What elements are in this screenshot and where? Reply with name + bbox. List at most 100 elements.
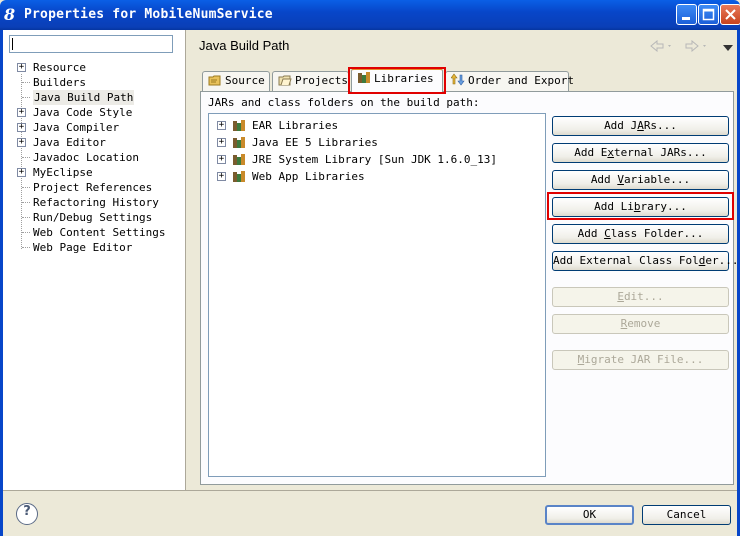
- window-title: Properties for MobileNumService: [24, 7, 273, 22]
- tab-order-export-label: Order and Export: [468, 74, 574, 87]
- close-icon: [725, 9, 736, 20]
- tree-connector: [22, 82, 30, 83]
- tree-item-label: Refactoring History: [33, 196, 159, 209]
- library-item-label: JRE System Library [Sun JDK 1.6.0_13]: [252, 153, 498, 166]
- library-item-label: Java EE 5 Libraries: [252, 136, 378, 149]
- add-library-button[interactable]: Add Library...: [552, 197, 729, 217]
- button-label: rary...: [640, 200, 687, 213]
- library-icon: [233, 171, 245, 182]
- migrate-jar-button[interactable]: Migrate JAR File...: [552, 350, 729, 370]
- libraries-icon: [358, 72, 370, 83]
- button-label: lass Folder...: [610, 227, 704, 240]
- tree-guide-line: [21, 74, 22, 249]
- add-external-jars-button[interactable]: Add External JARs...: [552, 143, 729, 163]
- tab-projects-label: Projects: [295, 74, 348, 87]
- help-button[interactable]: ?: [16, 503, 38, 525]
- minimize-button[interactable]: [676, 4, 697, 25]
- maximize-icon: [702, 8, 715, 21]
- tab-projects[interactable]: Projects: [272, 71, 349, 91]
- remove-button[interactable]: Remove: [552, 314, 729, 334]
- add-jars-button[interactable]: Add JARs...: [552, 116, 729, 136]
- button-label: Add: [590, 173, 618, 186]
- add-class-folder-button[interactable]: Add Class Folder...: [552, 224, 729, 244]
- tree-item-label: Java Editor: [33, 136, 106, 149]
- chevron-down-icon: [723, 45, 733, 51]
- expand-icon[interactable]: +: [217, 138, 226, 147]
- button-label: Add: [577, 227, 605, 240]
- tab-source-label: Source: [225, 74, 265, 87]
- expand-icon[interactable]: +: [17, 108, 26, 117]
- help-icon: ?: [23, 504, 31, 519]
- library-tree[interactable]: + EAR Libraries + Java EE 5 Libraries + JRE S…: [208, 113, 546, 477]
- tree-item-label: Javadoc Location: [33, 151, 139, 164]
- add-variable-button[interactable]: Add Variable...: [552, 170, 729, 190]
- tab-order-export[interactable]: Order and Export: [445, 71, 574, 91]
- tree-item-label: Project References: [33, 181, 153, 194]
- library-icon: [233, 120, 245, 131]
- expand-icon[interactable]: +: [217, 121, 226, 130]
- source-folder-icon: [208, 75, 221, 86]
- page-title: Java Build Path: [199, 38, 290, 53]
- minimize-icon: [682, 17, 690, 20]
- tab-libraries[interactable]: Libraries: [351, 68, 443, 92]
- tree-item-label: Web Content Settings: [33, 226, 166, 239]
- tree-item-label: Run/Debug Settings: [33, 211, 153, 224]
- tree-connector: [22, 217, 30, 218]
- edit-button[interactable]: Edit...: [552, 287, 729, 307]
- tab-source[interactable]: Source: [202, 71, 270, 91]
- close-button[interactable]: [720, 4, 740, 25]
- build-path-caption: JARs and class folders on the build path…: [208, 96, 480, 109]
- forward-arrow-icon: [685, 39, 706, 53]
- expand-icon[interactable]: +: [17, 63, 26, 72]
- mnemonic-letter: b: [633, 200, 641, 213]
- tree-item-label: Resource: [33, 61, 86, 74]
- button-label: Add External Class Fol: [553, 254, 699, 267]
- mnemonic-letter: E: [617, 290, 624, 303]
- mnemonic-letter: C: [604, 227, 611, 240]
- button-label: Add J: [604, 119, 638, 132]
- maximize-button[interactable]: [698, 4, 719, 25]
- expand-icon[interactable]: +: [217, 155, 226, 164]
- tree-item-label: MyEclipse: [33, 166, 93, 179]
- button-label: ariable...: [623, 173, 691, 186]
- bottom-separator: [3, 490, 737, 491]
- add-external-class-folder-button[interactable]: Add External Class Folder...: [552, 251, 738, 271]
- expand-icon[interactable]: +: [17, 123, 26, 132]
- library-item-label: Web App Libraries: [252, 170, 365, 183]
- tab-libraries-label: Libraries: [374, 72, 434, 85]
- tree-connector: [22, 247, 30, 248]
- tree-item-label: Java Build Path: [33, 90, 135, 105]
- text-caret: [12, 38, 13, 50]
- tree-item-label: Java Code Style: [33, 106, 133, 119]
- back-arrow-icon: [650, 39, 671, 53]
- button-label: igrate JAR File...: [584, 353, 704, 366]
- projects-folder-icon: [278, 75, 292, 86]
- back-nav-button[interactable]: [650, 39, 674, 55]
- library-icon: [233, 154, 245, 165]
- order-export-icon: [451, 73, 465, 86]
- expand-icon[interactable]: +: [217, 172, 226, 181]
- button-label: ternal JARs...: [614, 146, 707, 159]
- filter-input[interactable]: [9, 35, 173, 53]
- tree-connector: [22, 97, 30, 98]
- tree-item-label: Builders: [33, 76, 86, 89]
- window-titlebar[interactable]: 8 Properties for MobileNumService: [0, 0, 740, 30]
- tree-connector: [22, 232, 30, 233]
- tree-connector: [22, 157, 30, 158]
- forward-nav-button[interactable]: [685, 39, 709, 55]
- button-label: emove: [627, 317, 661, 330]
- button-label: er...: [705, 254, 739, 267]
- library-item-label: EAR Libraries: [252, 119, 339, 132]
- cancel-button[interactable]: Cancel: [642, 505, 731, 525]
- mnemonic-letter: V: [617, 173, 624, 186]
- tree-item-label: Web Page Editor: [33, 241, 133, 254]
- ok-button[interactable]: OK: [545, 505, 634, 525]
- tree-connector: [22, 202, 30, 203]
- expand-icon[interactable]: +: [17, 138, 26, 147]
- tree-connector: [22, 187, 30, 188]
- tree-item-label: Java Compiler: [33, 121, 120, 134]
- view-menu-button[interactable]: [722, 42, 734, 55]
- expand-icon[interactable]: +: [17, 168, 26, 177]
- eclipse-app-icon: 8: [4, 5, 16, 24]
- button-label: Add E: [574, 146, 608, 159]
